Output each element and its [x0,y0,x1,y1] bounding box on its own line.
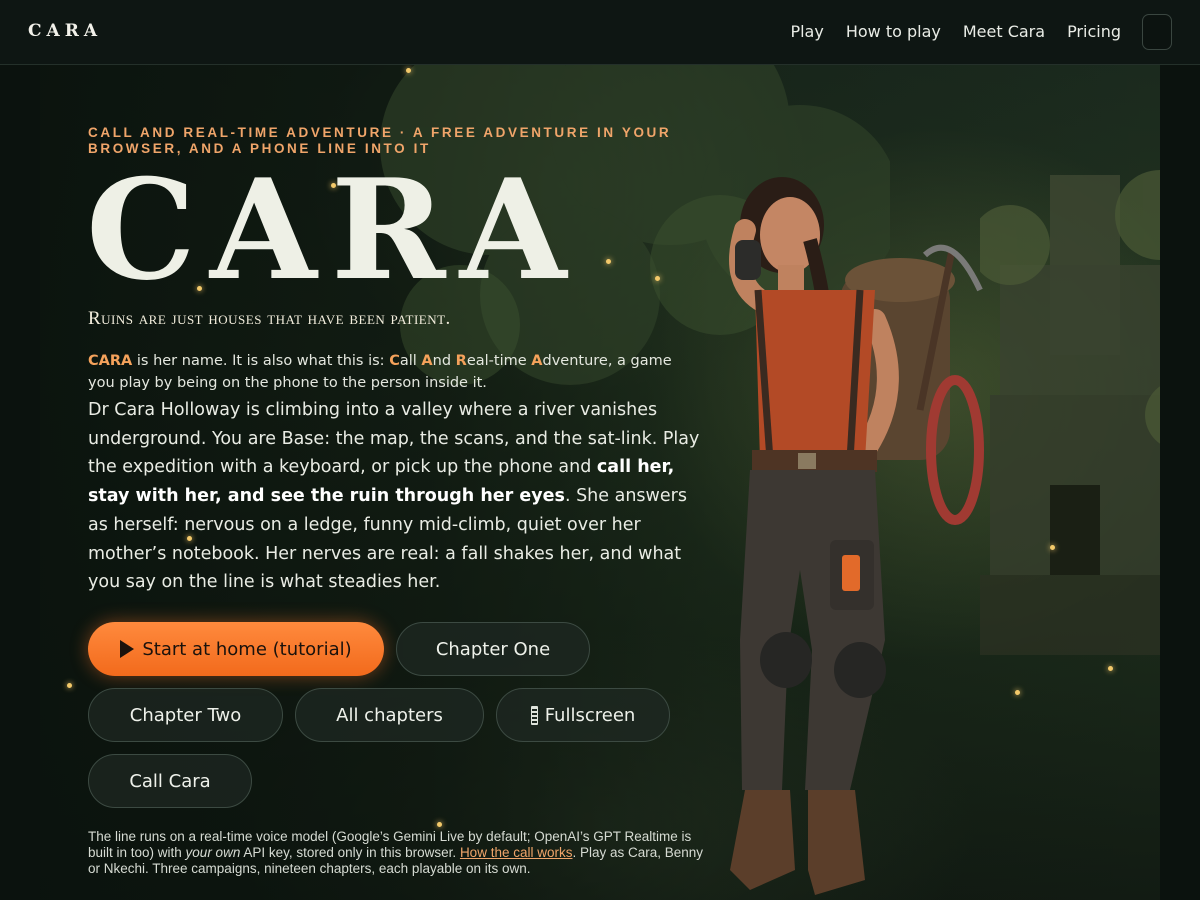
top-navbar: CARA Play How to play Meet Cara Pricing [0,0,1200,65]
hero-description: Dr Cara Holloway is climbing into a vall… [88,400,700,593]
firefly-decoration [606,259,611,264]
play-icon [120,640,135,658]
hero-fineprint: The line runs on a real-time voice model… [88,829,704,876]
nav-menu-button[interactable] [1142,14,1172,50]
call-cara-button[interactable]: Call Cara [88,754,252,808]
cara-character-image [729,177,984,895]
firefly-decoration [1108,666,1113,671]
nav-link-how-to-play[interactable]: How to play [846,22,941,42]
brand-logo[interactable]: CARA [28,21,102,41]
fullscreen-icon [530,705,538,725]
start-tutorial-button[interactable]: Start at home (tutorial) [88,622,384,676]
firefly-decoration [437,822,442,827]
nav-links: Play How to play Meet Cara Pricing [790,22,1121,42]
left-gutter [0,65,40,900]
fullscreen-button[interactable]: Fullscreen [496,688,670,742]
hero-intro: CARA is her name. It is also what this i… [88,353,672,391]
hero-tagline: Ruins are just houses that have been pat… [88,308,451,329]
intro-name: CARA [88,353,133,369]
right-gutter [1160,65,1200,900]
temple-ruin-image [980,170,1160,655]
all-chapters-button[interactable]: All chapters [295,688,484,742]
chapter-one-button[interactable]: Chapter One [396,622,590,676]
nav-link-pricing[interactable]: Pricing [1067,22,1121,42]
firefly-decoration [1050,545,1055,550]
firefly-decoration [406,68,411,73]
hero-title: CARA [86,148,581,311]
nav-link-play[interactable]: Play [790,22,823,42]
how-the-call-works-link[interactable]: How the call works [460,845,573,860]
firefly-decoration [1015,690,1020,695]
firefly-decoration [655,276,660,281]
chapter-two-button[interactable]: Chapter Two [88,688,283,742]
nav-link-meet-cara[interactable]: Meet Cara [963,22,1045,42]
firefly-decoration [67,683,72,688]
